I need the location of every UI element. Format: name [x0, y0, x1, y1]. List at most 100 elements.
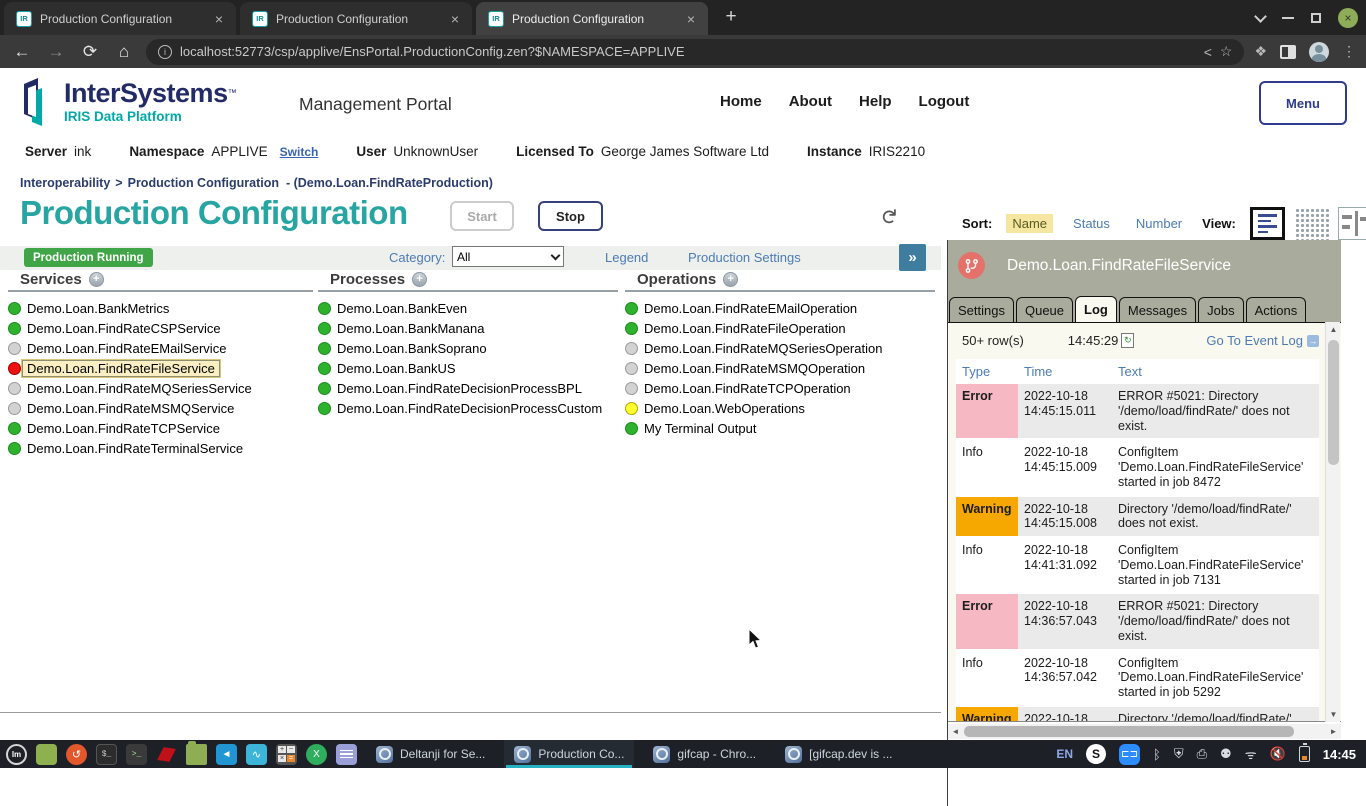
add-service-button[interactable]: +: [89, 272, 104, 287]
config-item[interactable]: Demo.Loan.FindRateEMailService: [8, 338, 313, 358]
tab-actions[interactable]: Actions: [1246, 297, 1307, 322]
browser-menu-kebab-icon[interactable]: ⋮: [1342, 43, 1356, 60]
go-to-event-log-link[interactable]: Go To Event Log→: [1206, 333, 1319, 348]
window-maximize-button[interactable]: [1311, 13, 1321, 23]
share-icon[interactable]: <: [1204, 44, 1212, 60]
config-item[interactable]: Demo.Loan.BankEven: [318, 298, 618, 318]
code-editor-icon[interactable]: ◄: [216, 744, 237, 765]
config-item[interactable]: Demo.Loan.FindRateFileOperation: [625, 318, 935, 338]
browser-tab-1[interactable]: IR Production Configuration ×: [4, 2, 236, 35]
category-select[interactable]: All: [452, 246, 564, 267]
mint-menu-icon[interactable]: lm: [6, 744, 27, 765]
nav-help-link[interactable]: Help: [859, 93, 892, 110]
browser-tab-2[interactable]: IR Production Configuration ×: [240, 2, 472, 35]
config-item-selected[interactable]: Demo.Loan.FindRateFileService: [8, 358, 313, 378]
config-item[interactable]: Demo.Loan.FindRateMSMQOperation: [625, 358, 935, 378]
taskbar-window-gifcap-dev[interactable]: [gifcap.dev is ...: [775, 740, 902, 768]
taskbar-window-deltanji[interactable]: Deltanji for Se...: [366, 740, 495, 768]
grid-view-icon[interactable]: [1294, 207, 1329, 240]
nav-home-link[interactable]: Home: [720, 93, 762, 110]
zoom-tray-icon[interactable]: ⊏⊐: [1119, 744, 1140, 765]
col-header-time[interactable]: Time: [1018, 359, 1112, 384]
expand-panel-button[interactable]: »: [899, 244, 926, 271]
config-item[interactable]: Demo.Loan.FindRateMQSeriesOperation: [625, 338, 935, 358]
config-item-label[interactable]: Demo.Loan.FindRateMSMQOperation: [644, 361, 865, 376]
calculator-icon[interactable]: +−×=: [276, 744, 297, 765]
config-item-label[interactable]: Demo.Loan.BankEven: [337, 301, 467, 316]
config-item-label[interactable]: Demo.Loan.FindRateMSMQService: [27, 401, 234, 416]
tab-jobs[interactable]: Jobs: [1198, 297, 1243, 322]
bookmark-star-icon[interactable]: ☆: [1220, 43, 1233, 60]
production-settings-link[interactable]: Production Settings: [688, 250, 801, 265]
config-item-label[interactable]: Demo.Loan.FindRateTerminalService: [27, 441, 243, 456]
config-item[interactable]: Demo.Loan.BankManana: [318, 318, 618, 338]
config-item-label[interactable]: Demo.Loan.BankMetrics: [27, 301, 169, 316]
taskbar-clock[interactable]: 14:45: [1323, 747, 1356, 762]
switch-namespace-link[interactable]: Switch: [280, 145, 319, 159]
config-item-label[interactable]: Demo.Loan.FindRateEMailService: [27, 341, 226, 356]
browser-tab-3-active[interactable]: IR Production Configuration ×: [476, 2, 708, 35]
sort-by-number[interactable]: Number: [1130, 214, 1188, 233]
address-bar[interactable]: i localhost:52773/csp/applive/EnsPortal.…: [146, 39, 1244, 65]
printer-icon[interactable]: ⎙: [1197, 746, 1207, 762]
event-log-link-text[interactable]: Go To Event Log: [1206, 333, 1303, 348]
scrollbar-thumb[interactable]: [1328, 340, 1339, 465]
wifi-icon[interactable]: ᯤ: [1245, 745, 1257, 763]
config-item[interactable]: Demo.Loan.FindRateDecisionProcessBPL: [318, 378, 618, 398]
config-item-label[interactable]: Demo.Loan.FindRateCSPService: [27, 321, 221, 336]
tab-settings[interactable]: Settings: [949, 297, 1014, 322]
forward-button[interactable]: →: [44, 42, 68, 62]
add-process-button[interactable]: +: [412, 272, 427, 287]
site-info-icon[interactable]: i: [158, 45, 172, 59]
system-monitor-icon[interactable]: ∿: [246, 744, 267, 765]
window-chevron-icon[interactable]: [1254, 10, 1267, 23]
extensions-puzzle-icon[interactable]: ❖: [1254, 43, 1267, 60]
new-tab-button[interactable]: +: [718, 6, 744, 28]
config-item[interactable]: Demo.Loan.FindRateDecisionProcessCustom: [318, 398, 618, 418]
config-item-label[interactable]: Demo.Loan.FindRateTCPOperation: [644, 381, 851, 396]
config-item[interactable]: Demo.Loan.FindRateCSPService: [8, 318, 313, 338]
stop-button[interactable]: Stop: [538, 201, 603, 231]
config-item[interactable]: Demo.Loan.BankSoprano: [318, 338, 618, 358]
scroll-up-arrow[interactable]: ▲: [1326, 322, 1341, 337]
window-minimize-button[interactable]: [1282, 17, 1294, 19]
skype-tray-icon[interactable]: S: [1086, 744, 1106, 764]
terminal-alt-icon[interactable]: >_: [126, 744, 147, 765]
config-item-label[interactable]: Demo.Loan.FindRateDecisionProcessBPL: [337, 381, 582, 396]
config-item[interactable]: Demo.Loan.FindRateEMailOperation: [625, 298, 935, 318]
window-label[interactable]: Production Co...: [538, 747, 624, 761]
terminal-icon[interactable]: $_: [96, 744, 117, 765]
scroll-down-arrow[interactable]: ▼: [1326, 707, 1341, 722]
scroll-left-arrow[interactable]: ◄: [948, 724, 963, 739]
config-item[interactable]: Demo.Loan.FindRateTerminalService: [8, 438, 313, 458]
nav-about-link[interactable]: About: [789, 93, 832, 110]
panel-vertical-scrollbar[interactable]: ▲ ▼: [1325, 322, 1340, 722]
show-desktop-icon[interactable]: [36, 744, 57, 765]
config-item[interactable]: Demo.Loan.BankMetrics: [8, 298, 313, 318]
profile-avatar[interactable]: [1309, 42, 1329, 62]
sort-by-name[interactable]: Name: [1006, 214, 1053, 233]
volume-muted-icon[interactable]: 🔇: [1270, 746, 1286, 762]
config-item-label[interactable]: Demo.Loan.FindRateDecisionProcessCustom: [337, 401, 602, 416]
reload-button[interactable]: ⟳: [78, 42, 102, 62]
config-item-label[interactable]: Demo.Loan.FindRateEMailOperation: [644, 301, 857, 316]
config-item[interactable]: My Terminal Output: [625, 418, 935, 438]
red-app-icon[interactable]: [156, 744, 177, 765]
nav-logout-link[interactable]: Logout: [919, 93, 970, 110]
window-close-button[interactable]: ×: [1338, 8, 1358, 28]
config-item-label[interactable]: Demo.Loan.FindRateFileService: [22, 360, 220, 377]
config-item-label[interactable]: Demo.Loan.BankSoprano: [337, 341, 487, 356]
shield-icon[interactable]: ⛨: [1174, 746, 1184, 762]
col-header-text[interactable]: Text: [1112, 359, 1319, 384]
log-refresh-icon[interactable]: ↻: [1121, 333, 1134, 348]
config-item-label[interactable]: Demo.Loan.FindRateMQSeriesService: [27, 381, 252, 396]
config-item[interactable]: Demo.Loan.FindRateMQSeriesService: [8, 378, 313, 398]
window-label[interactable]: Deltanji for Se...: [400, 747, 485, 761]
side-panel-icon[interactable]: [1280, 45, 1296, 59]
config-item-label[interactable]: Demo.Loan.WebOperations: [644, 401, 805, 416]
config-item-label[interactable]: Demo.Loan.FindRateTCPService: [27, 421, 220, 436]
scrollbar-thumb[interactable]: [964, 726, 1294, 737]
config-item-label[interactable]: Demo.Loan.FindRateFileOperation: [644, 321, 846, 336]
restart-app-icon[interactable]: ↺: [66, 744, 87, 765]
split-view-icon[interactable]: [1338, 207, 1366, 240]
